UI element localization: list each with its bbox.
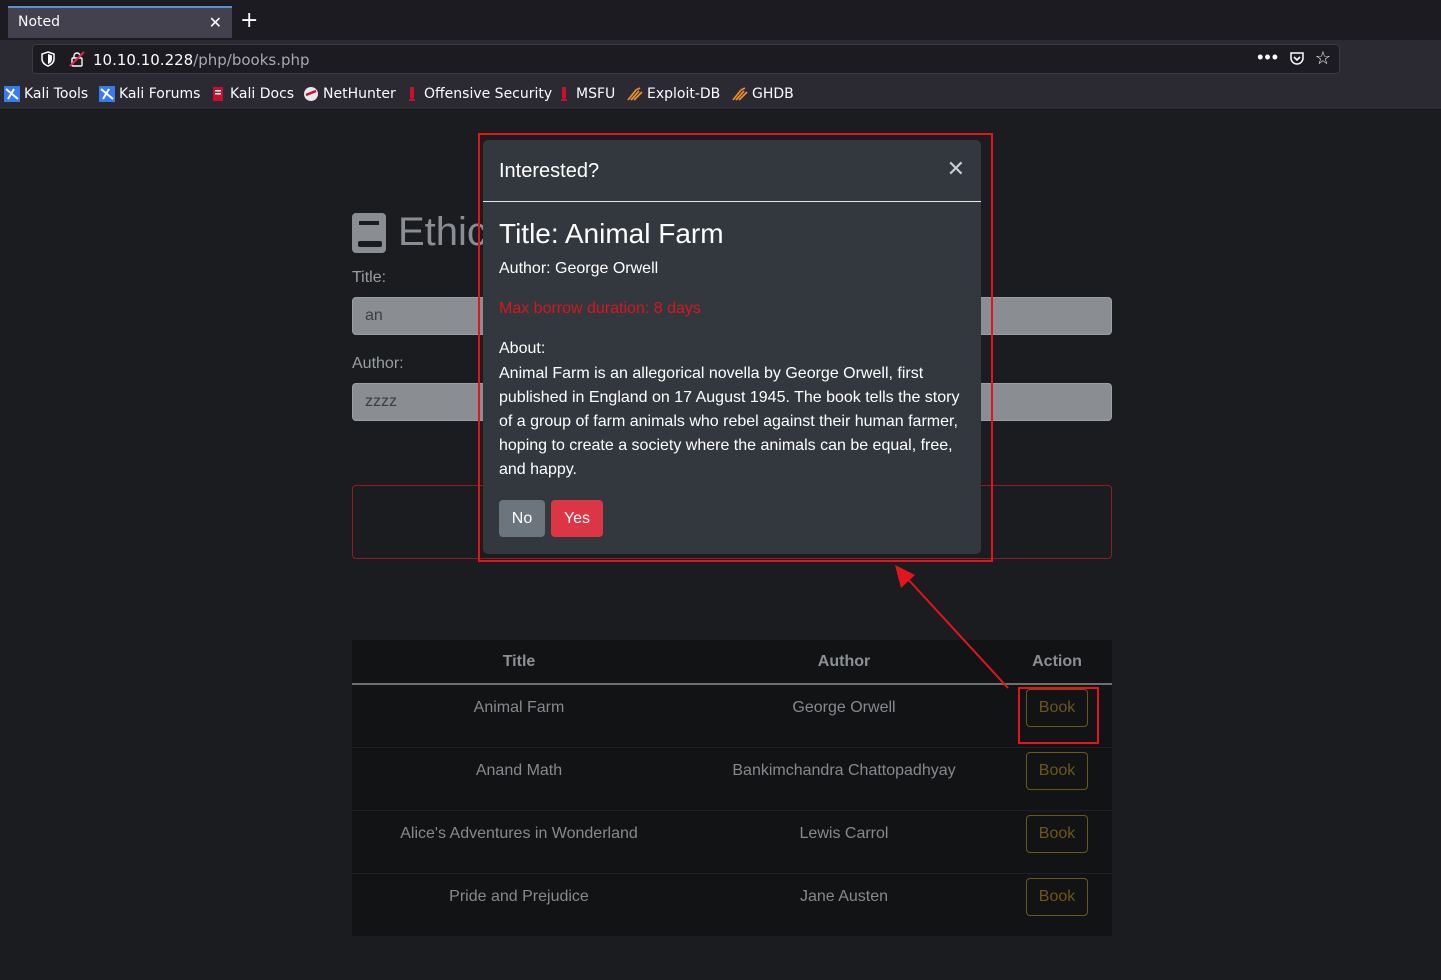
- annotation-arrow: [895, 565, 1009, 689]
